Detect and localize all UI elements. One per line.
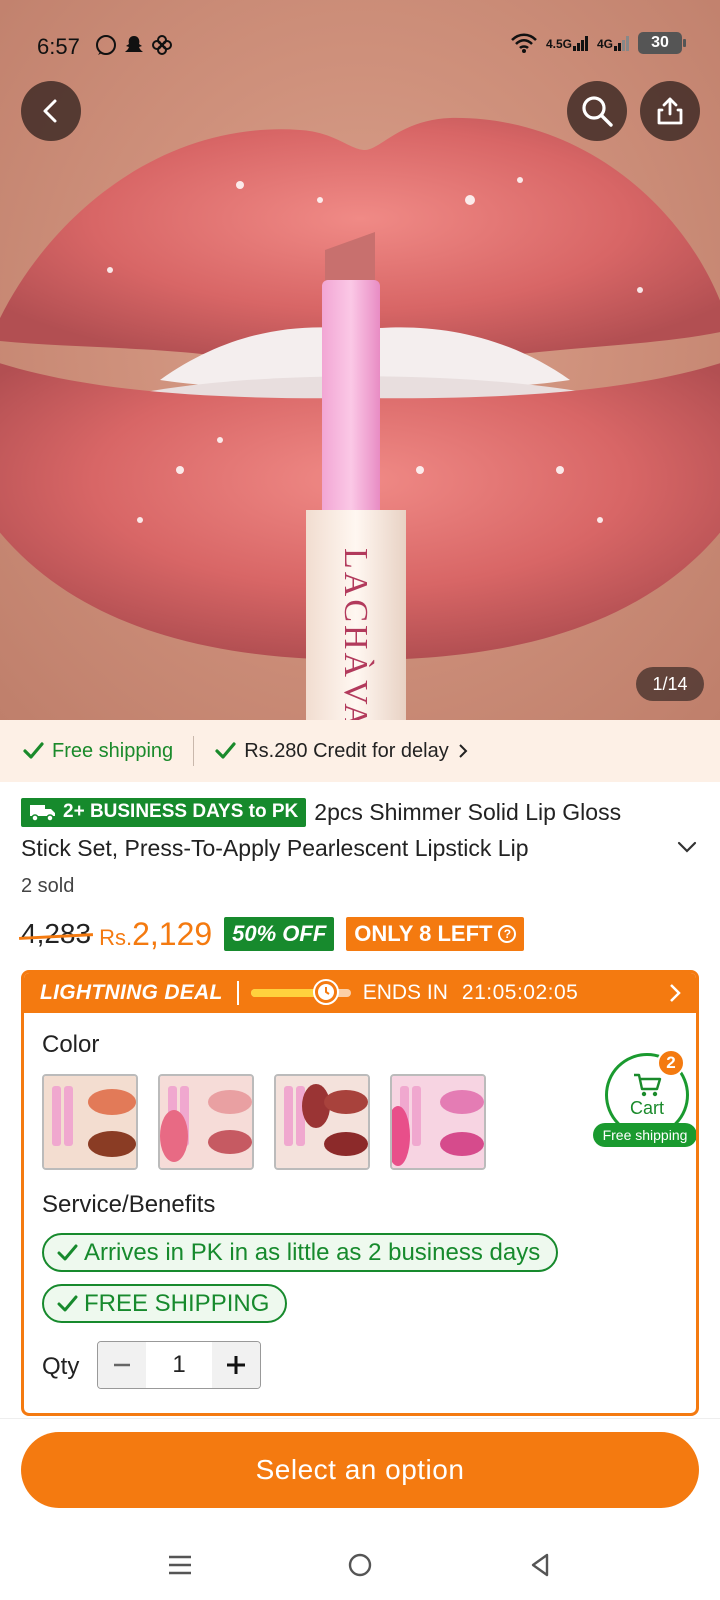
price-row: 4,283 Rs.2,129 50% OFF ONLY 8 LEFT ? [21,912,525,956]
divider [236,981,239,1005]
status-time: 6:57 [37,34,80,59]
search-icon [582,96,613,127]
delivery-badge-text: 2+ BUSINESS DAYS to PK [63,801,299,822]
benefit-free-shipping: FREE SHIPPING [42,1284,288,1323]
floating-cart-button[interactable]: Cart 2 Free shipping [593,1049,696,1147]
network-4-5g: 4.5G [546,35,589,51]
search-button[interactable] [567,81,627,141]
delivery-badge: 2+ BUSINESS DAYS to PK [21,797,307,827]
original-price: 4,283 [21,918,92,949]
back-nav-button[interactable] [524,1549,556,1581]
menu-nav-button[interactable] [164,1549,196,1581]
lightning-deal-header[interactable]: LIGHTNING DEAL ENDS IN 21:05:02:05 [24,973,696,1013]
product-title[interactable]: 2+ BUSINESS DAYS to PK 2pcs Shimmer Soli… [21,794,701,866]
title-line-2: Stick Set, Press-To-Apply Pearlescent Li… [21,835,529,861]
color-swatch-3[interactable] [274,1074,370,1170]
product-image[interactable]: LACHÀVA 6:57 4.5G 4G 30 1/14 [0,0,720,720]
check-icon [23,742,44,759]
chevron-left-icon [43,99,57,123]
brand-text: LACHÀVA [337,548,374,720]
select-option-button[interactable]: Select an option [21,1432,699,1508]
wifi-icon [511,33,537,53]
lightning-deal-card: LIGHTNING DEAL ENDS IN 21:05:02:05 Color [21,970,699,1416]
deal-progress-bar [250,979,351,1005]
check-icon [215,742,236,759]
home-circle-icon [348,1553,372,1577]
snapchat-icon [123,34,145,56]
minus-icon [114,1363,130,1367]
sold-count: 2 sold [21,875,75,897]
cart-free-shipping: Free shipping [593,1123,696,1147]
shipping-strip[interactable]: Free shipping Rs.280 Credit for delay [0,720,720,782]
qty-decrease-button[interactable] [98,1342,146,1388]
plus-icon [227,1356,245,1374]
cart-count-badge: 2 [657,1049,685,1077]
title-line-1: 2pcs Shimmer Solid Lip Gloss [314,799,622,825]
status-app-icons [95,34,173,56]
free-shipping-label: Free shipping [52,739,174,762]
stock-badge[interactable]: ONLY 8 LEFT ? [346,917,525,951]
check-icon [57,1244,78,1260]
battery-icon: 30 [638,32,686,54]
chevron-right-icon [459,744,468,758]
lightning-deal-label: LIGHTNING DEAL [40,981,223,1004]
color-swatch-1[interactable] [42,1074,138,1170]
back-triangle-icon [531,1553,549,1577]
service-benefits-label: Service/Benefits [42,1191,216,1218]
clock-icon [312,979,339,1005]
quantity-stepper: 1 [97,1341,261,1389]
expand-title-chevron-icon[interactable] [676,836,698,858]
image-counter: 1/14 [636,667,704,701]
divider [193,736,195,766]
pinwheel-icon [151,34,173,56]
back-button[interactable] [21,81,81,141]
ends-in-label: ENDS IN [362,981,448,1004]
qty-increase-button[interactable] [212,1342,260,1388]
cart-label: Cart [629,1097,664,1118]
system-nav-bar [0,1530,720,1600]
color-swatch-2[interactable] [158,1074,254,1170]
benefit-fast-delivery: Arrives in PK in as little as 2 business… [42,1233,559,1272]
network-4g: 4G [597,35,630,51]
color-swatches [42,1074,486,1170]
truck-icon [30,805,55,822]
whatsapp-icon [95,34,117,56]
free-shipping-item[interactable]: Free shipping [22,740,173,763]
current-price: Rs.2,129 [99,915,213,952]
qty-label: Qty [42,1353,80,1380]
chevron-right-icon [670,984,681,1002]
color-label: Color [42,1031,100,1058]
menu-icon [169,1555,191,1575]
cart-icon [634,1073,662,1096]
color-swatch-4[interactable] [390,1074,486,1170]
qty-value[interactable]: 1 [146,1342,212,1388]
status-right: 4.5G 4G 30 [510,32,686,54]
credit-label: Rs.280 Credit for delay [244,739,449,762]
share-button[interactable] [640,81,700,141]
deal-countdown: 21:05:02:05 [461,981,579,1004]
share-icon [657,97,683,125]
credit-for-delay-item[interactable]: Rs.280 Credit for delay [214,740,469,763]
question-icon: ? [498,925,517,943]
divider [0,1418,720,1419]
status-bar: 6:57 4.5G 4G 30 [0,0,720,92]
check-icon [57,1295,78,1311]
home-nav-button[interactable] [344,1549,376,1581]
discount-badge: 50% OFF [224,917,335,951]
